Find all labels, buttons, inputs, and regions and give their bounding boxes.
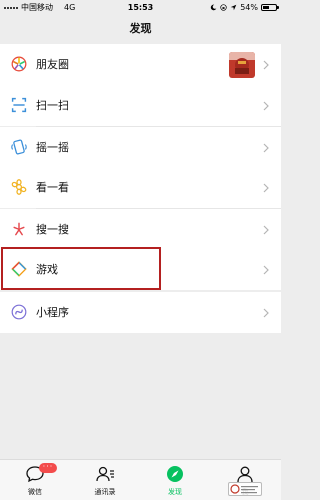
watermark-logo xyxy=(228,482,262,496)
games-label: 游戏 xyxy=(36,263,58,276)
person-icon xyxy=(237,466,253,483)
moments-label: 朋友圈 xyxy=(36,58,69,71)
moments-thumbnail xyxy=(229,52,255,78)
chevron-right-icon xyxy=(263,265,269,275)
mini-programs-icon xyxy=(11,304,27,320)
tab-contacts-label: 通讯录 xyxy=(94,488,116,496)
status-right: 54% xyxy=(210,0,279,15)
location-icon xyxy=(230,4,237,11)
chevron-right-icon xyxy=(263,101,269,111)
chevron-right-icon xyxy=(263,308,269,318)
shake-label: 摇一摇 xyxy=(36,141,69,154)
top-stories-label: 看一看 xyxy=(36,181,69,194)
moon-icon xyxy=(211,4,217,11)
chevron-right-icon xyxy=(263,225,269,235)
tab-chats[interactable]: ··· 微信 xyxy=(0,460,70,500)
chevron-right-icon xyxy=(263,183,269,193)
menu-item-shake[interactable]: 摇一摇 xyxy=(0,127,281,168)
search-icon xyxy=(13,222,25,236)
lock-rotation-icon xyxy=(220,4,227,11)
unread-badge: ··· xyxy=(39,463,57,473)
tab-contacts[interactable]: 通讯录 xyxy=(70,460,140,500)
page-title: 发现 xyxy=(129,22,152,35)
chevron-right-icon xyxy=(263,143,269,153)
menu-item-scan[interactable]: 扫一扫 xyxy=(0,85,281,126)
mini-programs-label: 小程序 xyxy=(36,306,69,319)
scan-icon xyxy=(11,97,27,113)
menu-item-games[interactable]: 游戏 xyxy=(0,249,281,290)
menu-item-mini-programs[interactable]: 小程序 xyxy=(0,292,281,333)
tab-discover[interactable]: 发现 xyxy=(140,460,210,500)
compass-icon xyxy=(167,466,183,482)
menu-item-moments[interactable]: 朋友圈 xyxy=(0,44,281,85)
tab-chats-label: 微信 xyxy=(28,488,42,496)
menu-item-top-stories[interactable]: 看一看 xyxy=(0,167,281,208)
battery-icon xyxy=(261,4,279,11)
discover-screen: 中国移动 4G 15:53 54% 发现 朋友圈 扫一扫 摇一摇 看一看 搜一搜… xyxy=(0,0,281,500)
battery-percent: 54% xyxy=(240,3,258,12)
menu-item-search[interactable]: 搜一搜 xyxy=(0,209,281,250)
chevron-right-icon xyxy=(263,60,269,70)
tab-discover-label: 发现 xyxy=(168,488,182,496)
top-stories-icon xyxy=(11,179,27,195)
moments-icon xyxy=(11,56,27,72)
battery-level xyxy=(263,6,269,9)
contacts-icon xyxy=(96,466,114,482)
games-icon xyxy=(11,261,27,277)
status-bar: 中国移动 4G 15:53 54% xyxy=(0,0,281,15)
scan-label: 扫一扫 xyxy=(36,99,69,112)
shake-icon xyxy=(11,139,27,155)
search-label: 搜一搜 xyxy=(36,223,69,236)
